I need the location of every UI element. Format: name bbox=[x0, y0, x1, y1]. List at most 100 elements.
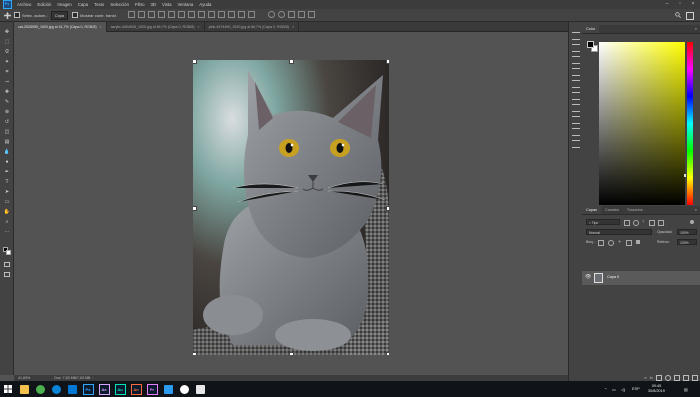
layer-name[interactable]: Capa 0 bbox=[607, 275, 619, 279]
3d-scale-icon[interactable] bbox=[307, 11, 315, 18]
transform-controls-checkbox[interactable] bbox=[72, 12, 79, 18]
distribute-center-icon[interactable] bbox=[227, 11, 235, 18]
color-field[interactable] bbox=[599, 42, 685, 205]
start-button[interactable] bbox=[0, 381, 16, 397]
menu-9[interactable]: Ventana bbox=[175, 2, 197, 7]
search-icon[interactable] bbox=[675, 12, 681, 19]
tab-paths[interactable]: Trazados bbox=[623, 208, 647, 212]
fill-input[interactable]: 100% bbox=[677, 239, 697, 245]
styles-panel-icon[interactable] bbox=[572, 128, 580, 136]
transform-handle[interactable] bbox=[193, 352, 197, 355]
maximize-icon[interactable]: ▫ bbox=[675, 0, 685, 9]
hand-tool-icon[interactable]: ✋ bbox=[3, 208, 11, 215]
gradient-tool-icon[interactable]: ▤ bbox=[3, 138, 11, 145]
taskbar-app-chrome[interactable] bbox=[32, 381, 48, 397]
distribute-top-icon[interactable] bbox=[187, 11, 195, 18]
type-tool-icon[interactable]: T bbox=[3, 178, 11, 185]
transform-handle[interactable] bbox=[193, 206, 197, 211]
marquee-tool-icon[interactable]: ⬚ bbox=[3, 38, 11, 45]
distribute-right-icon[interactable] bbox=[237, 11, 245, 18]
transform-handle[interactable] bbox=[193, 60, 197, 64]
paragraph-panel-icon[interactable] bbox=[572, 104, 580, 112]
auto-select-checkbox[interactable] bbox=[14, 12, 20, 18]
taskbar-app-discord[interactable] bbox=[176, 381, 192, 397]
auto-align-icon[interactable] bbox=[247, 11, 255, 18]
layers-menu-icon[interactable]: ≡ bbox=[695, 208, 697, 212]
volume-icon[interactable]: ◁) bbox=[621, 381, 625, 397]
panel-menu-icon[interactable]: ≡ bbox=[695, 27, 697, 31]
tab-channels[interactable]: Canales bbox=[601, 208, 623, 212]
filter-pixel-icon[interactable] bbox=[624, 220, 630, 226]
close-tab-icon[interactable]: × bbox=[292, 25, 294, 29]
close-tab-icon[interactable]: × bbox=[198, 25, 200, 29]
align-bottom-icon[interactable] bbox=[147, 11, 155, 18]
taskbar-app-after-effects[interactable]: Ae bbox=[96, 381, 112, 397]
layer-kind-filter[interactable]: ⌕ Tipo bbox=[586, 219, 620, 225]
lasso-tool-icon[interactable]: ᘓ bbox=[3, 48, 11, 55]
character-panel-icon[interactable] bbox=[572, 92, 580, 100]
eraser-tool-icon[interactable]: ◫ bbox=[3, 128, 11, 135]
lock-pixels-icon[interactable] bbox=[608, 240, 614, 246]
distribute-middle-icon[interactable] bbox=[197, 11, 205, 18]
healing-brush-tool-icon[interactable]: ✚ bbox=[3, 88, 11, 95]
filter-type-icon[interactable]: T bbox=[642, 220, 646, 224]
transform-handle[interactable] bbox=[386, 352, 389, 355]
distribute-left-icon[interactable] bbox=[217, 11, 225, 18]
lock-transparency-icon[interactable] bbox=[598, 240, 604, 246]
filter-toggle-icon[interactable] bbox=[690, 220, 694, 224]
info-panel-icon[interactable] bbox=[572, 116, 580, 124]
layer-row[interactable]: 👁 Capa 0 bbox=[582, 271, 700, 285]
network-icon[interactable]: ▭ bbox=[612, 381, 616, 397]
notifications-icon[interactable]: ▤ bbox=[684, 381, 688, 397]
hue-slider[interactable] bbox=[687, 42, 693, 205]
history-panel-icon[interactable] bbox=[572, 32, 580, 40]
taskbar-app-animate[interactable]: An bbox=[128, 381, 144, 397]
menu-8[interactable]: Vista bbox=[159, 2, 174, 7]
taskbar-app-store[interactable] bbox=[64, 381, 80, 397]
actions-panel-icon[interactable] bbox=[572, 44, 580, 52]
taskbar-app-ufo[interactable] bbox=[192, 381, 208, 397]
menu-3[interactable]: Capa bbox=[75, 2, 91, 7]
3d-roll-icon[interactable] bbox=[277, 11, 285, 18]
taskbar-app-audition[interactable]: Au bbox=[112, 381, 128, 397]
align-left-icon[interactable] bbox=[157, 11, 165, 18]
document-tab[interactable]: cat-2528955_1920.jpg al 41,7% (Capa 0, R… bbox=[14, 22, 107, 32]
3d-slide-icon[interactable] bbox=[297, 11, 305, 18]
filter-shape-icon[interactable] bbox=[649, 220, 655, 226]
history-brush-tool-icon[interactable]: ↺ bbox=[3, 118, 11, 125]
crop-tool-icon[interactable]: ⌗ bbox=[3, 68, 11, 75]
menu-1[interactable]: Edición bbox=[34, 2, 54, 7]
taskbar-app-vscode[interactable] bbox=[160, 381, 176, 397]
zoom-tool-icon[interactable]: ⌕ bbox=[3, 218, 11, 225]
transform-handle[interactable] bbox=[386, 60, 389, 64]
eyedropper-tool-icon[interactable]: ⊸ bbox=[3, 78, 11, 85]
opacity-input[interactable]: 100% bbox=[677, 229, 697, 235]
visibility-eye-icon[interactable]: 👁 bbox=[585, 275, 591, 280]
adjustments-panel-icon[interactable] bbox=[572, 80, 580, 88]
magic-wand-tool-icon[interactable]: ✦ bbox=[3, 58, 11, 65]
menu-0[interactable]: Archivo bbox=[14, 2, 34, 7]
menu-6[interactable]: Filtro bbox=[132, 2, 148, 7]
move-tool-icon[interactable] bbox=[0, 9, 14, 22]
background-swatch-icon[interactable] bbox=[6, 250, 11, 255]
close-icon[interactable]: × bbox=[688, 0, 698, 9]
workspace-icon[interactable] bbox=[686, 12, 694, 20]
blend-mode-dropdown[interactable]: Normal bbox=[586, 229, 652, 235]
rectangle-tool-icon[interactable]: ▭ bbox=[3, 198, 11, 205]
transform-handle[interactable] bbox=[289, 60, 294, 64]
document-tab[interactable]: pink-4974490_1920.jpg al 66,7% (Capa 0, … bbox=[205, 22, 300, 32]
hue-slider-marker[interactable] bbox=[684, 174, 686, 177]
3d-rotate-icon[interactable] bbox=[267, 11, 275, 18]
pen-tool-icon[interactable]: ✒ bbox=[3, 168, 11, 175]
lock-all-icon[interactable] bbox=[636, 240, 640, 244]
properties-panel-icon[interactable] bbox=[572, 68, 580, 76]
layer-style-icon[interactable]: fx bbox=[650, 375, 653, 380]
dodge-tool-icon[interactable]: ● bbox=[3, 158, 11, 165]
tray-up-icon[interactable]: ⌃ bbox=[604, 381, 607, 397]
align-middle-icon[interactable] bbox=[137, 11, 145, 18]
align-top-icon[interactable] bbox=[127, 11, 135, 18]
taskbar-app-photoshop[interactable]: Ps bbox=[80, 381, 96, 397]
taskbar-app-premiere[interactable]: Pr bbox=[144, 381, 160, 397]
libraries-panel-icon[interactable] bbox=[572, 140, 580, 148]
link-layers-icon[interactable]: ∞ bbox=[644, 375, 647, 380]
